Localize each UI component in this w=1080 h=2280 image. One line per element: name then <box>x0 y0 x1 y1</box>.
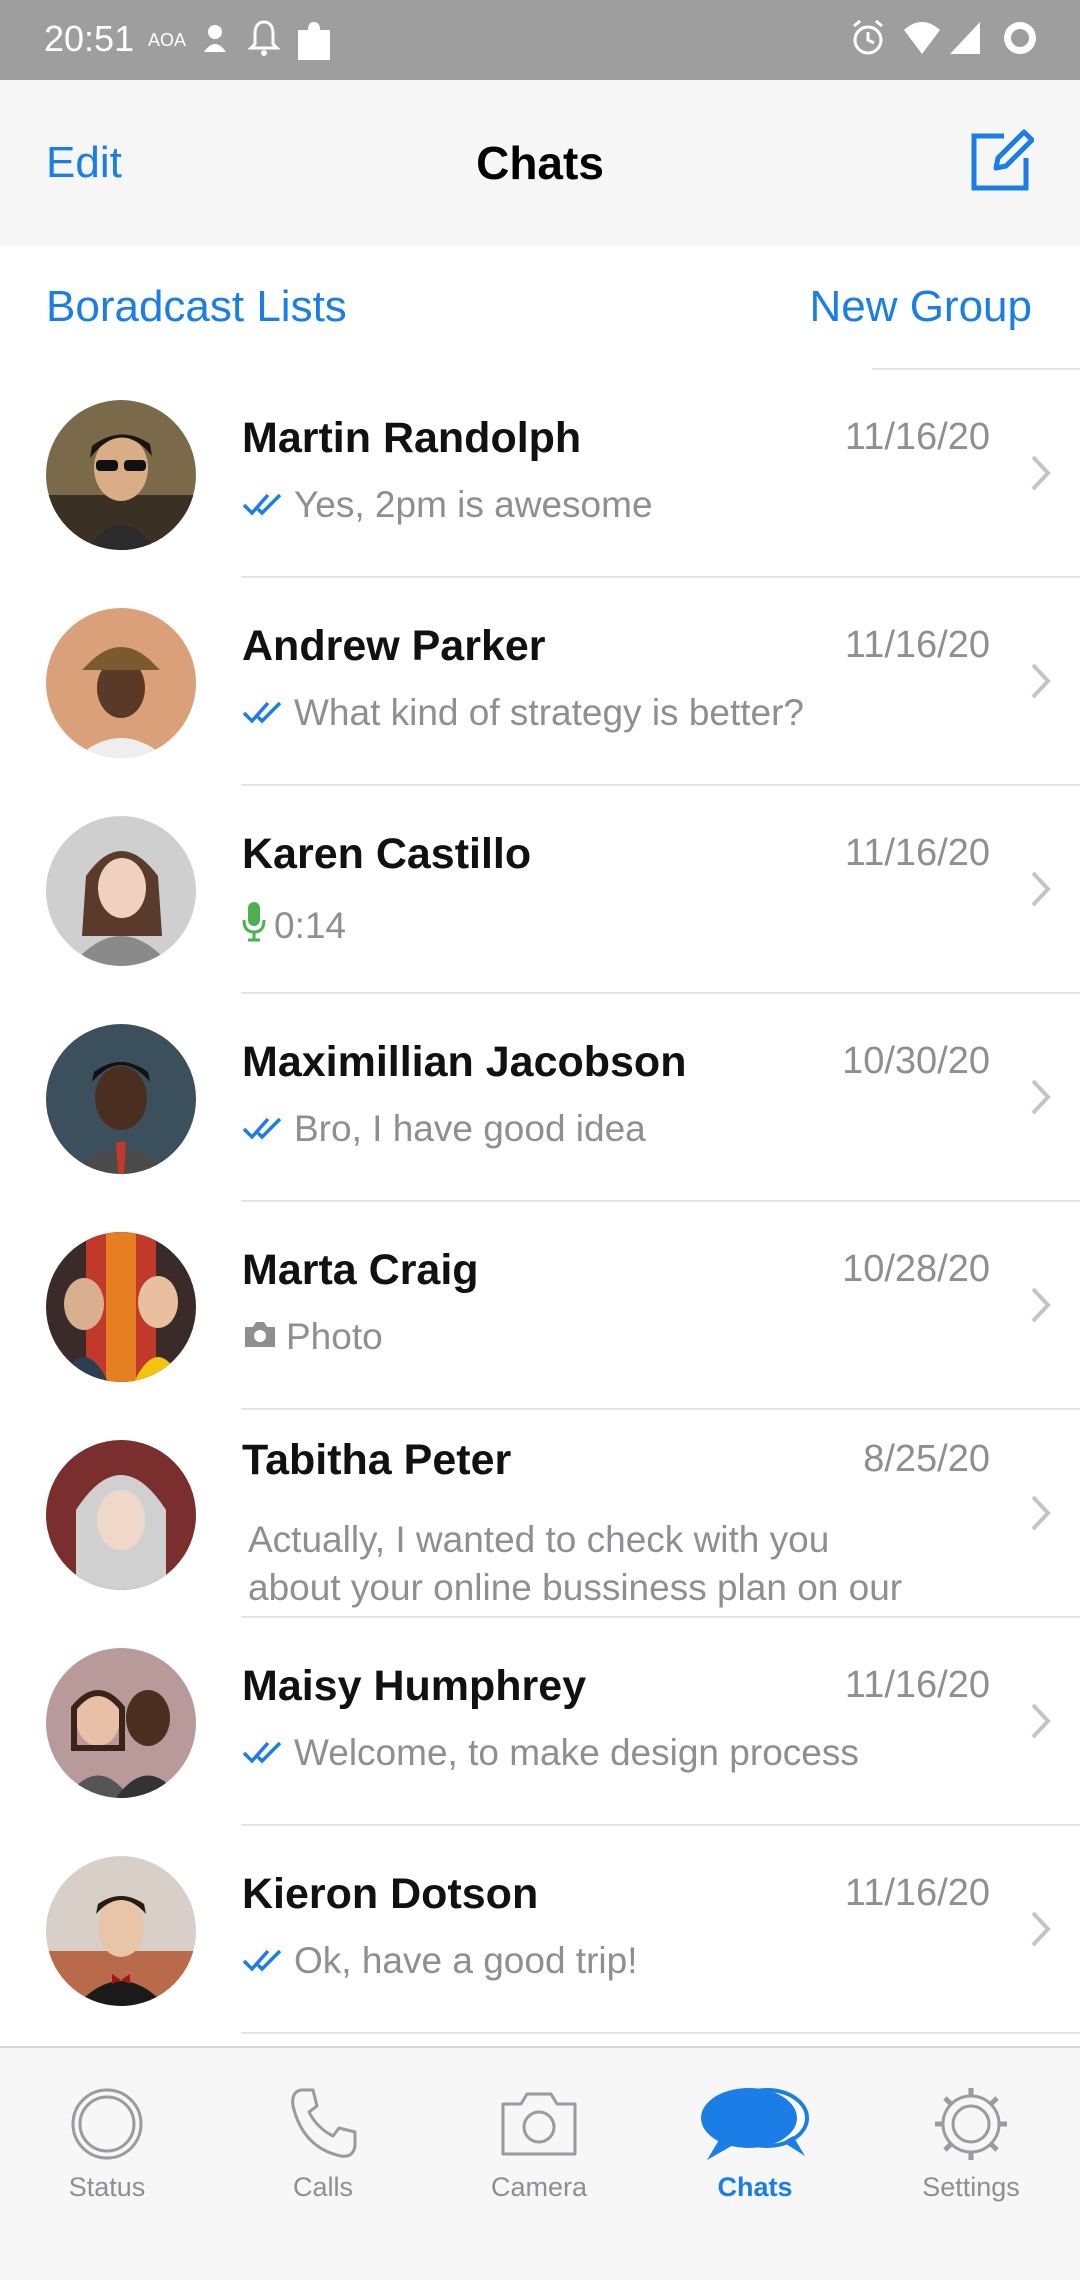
message-preview: What kind of strategy is better? <box>242 692 804 734</box>
gear-icon <box>935 2088 1007 2160</box>
chevron-right-icon <box>1028 452 1054 494</box>
chat-list: Martin Randolph 11/16/20 Yes, 2pm is awe… <box>0 370 1080 2034</box>
signal-icon <box>948 18 982 63</box>
puzzle-icon <box>294 18 334 67</box>
message-preview-text: Photo <box>286 1316 383 1357</box>
page-title: Chats <box>476 137 604 189</box>
avatar <box>46 1648 196 1798</box>
message-preview-line: Actually, I wanted to check with you <box>248 1519 830 1560</box>
contact-name: Marta Craig <box>242 1246 479 1294</box>
notification-app-icon <box>200 18 230 63</box>
chat-row[interactable]: Andrew Parker 11/16/20 What kind of stra… <box>0 578 1080 786</box>
new-group-link[interactable]: New Group <box>809 282 1032 332</box>
broadcast-lists-link[interactable]: Boradcast Lists <box>46 282 347 332</box>
double-check-icon <box>242 1940 286 1982</box>
chevron-right-icon <box>1028 1492 1054 1534</box>
tab-label: Settings <box>922 2172 1020 2202</box>
message-preview-text: Bro, I have good idea <box>294 1108 646 1149</box>
status-time: 20:51 <box>44 18 135 59</box>
chat-date: 8/25/20 <box>863 1438 990 1480</box>
chat-row[interactable]: Karen Castillo 11/16/20 0:14 <box>0 786 1080 994</box>
double-check-icon <box>242 692 286 734</box>
chat-date: 11/16/20 <box>844 624 990 666</box>
contact-name: Andrew Parker <box>242 622 546 670</box>
camera-icon <box>501 2092 577 2156</box>
message-preview-text: Ok, have a good trip! <box>294 1940 638 1981</box>
chat-date: 11/16/20 <box>844 832 990 874</box>
double-check-icon <box>242 1732 286 1774</box>
avatar <box>46 1856 196 2006</box>
contact-name: Tabitha Peter <box>242 1436 512 1484</box>
tab-label: Status <box>68 2172 146 2202</box>
message-preview-text: What kind of strategy is better? <box>294 692 805 733</box>
avatar <box>46 608 196 758</box>
tab-status[interactable]: Status <box>27 2084 187 2224</box>
contact-name: Martin Randolph <box>242 414 582 462</box>
tab-bar: Status Calls Camera Chats Settings <box>0 2046 1080 2280</box>
contact-name: Karen Castillo <box>242 830 532 878</box>
message-preview-text: 0:14 <box>274 904 347 946</box>
bell-icon <box>247 18 281 63</box>
message-preview: Ok, have a good trip! <box>242 1940 637 1982</box>
message-preview: Welcome, to make design process <box>242 1732 859 1774</box>
message-preview: Bro, I have good idea <box>242 1108 646 1150</box>
chat-row[interactable]: Maisy Humphrey 11/16/20 Welcome, to make… <box>0 1618 1080 1826</box>
chat-date: 11/16/20 <box>844 1872 990 1914</box>
divider <box>242 2032 1080 2034</box>
message-preview: Yes, 2pm is awesome <box>242 484 653 526</box>
nav-header: Edit Chats <box>0 80 1080 246</box>
tab-settings[interactable]: Settings <box>891 2084 1051 2224</box>
message-preview: 0:14 <box>242 900 346 951</box>
compose-button[interactable] <box>968 128 1035 194</box>
microphone-icon <box>242 900 266 951</box>
wifi-icon <box>902 18 942 63</box>
message-preview: Photo <box>242 1316 383 1358</box>
chat-row[interactable]: Martin Randolph 11/16/20 Yes, 2pm is awe… <box>0 370 1080 578</box>
chat-date: 10/30/20 <box>842 1040 990 1082</box>
chat-row[interactable]: Kieron Dotson 11/16/20 Ok, have a good t… <box>0 1826 1080 2034</box>
avatar <box>46 816 196 966</box>
tab-label: Camera <box>490 2172 588 2202</box>
compose-icon <box>971 129 1035 191</box>
chat-row[interactable]: Maximillian Jacobson 10/30/20 Bro, I hav… <box>0 994 1080 1202</box>
alarm-icon <box>850 18 886 63</box>
status-carrier: AOA <box>148 30 187 50</box>
status-bar: 20:51 AOA <box>0 0 1080 80</box>
chevron-right-icon <box>1028 1908 1054 1950</box>
message-preview-text: Welcome, to make design process <box>294 1732 859 1773</box>
tab-chats[interactable]: Chats <box>675 2084 835 2224</box>
chevron-right-icon <box>1028 1700 1054 1742</box>
chevron-right-icon <box>1028 1284 1054 1326</box>
contact-name: Maximillian Jacobson <box>242 1038 687 1086</box>
chat-bubbles-icon <box>701 2088 809 2160</box>
message-preview: Actually, I wanted to check with you abo… <box>248 1516 948 1612</box>
message-preview-line: about your online bussiness plan on our <box>248 1567 903 1608</box>
tab-label: Calls <box>292 2172 353 2202</box>
tab-camera[interactable]: Camera <box>459 2084 619 2224</box>
contact-name: Maisy Humphrey <box>242 1662 587 1710</box>
avatar <box>46 1440 196 1590</box>
chevron-right-icon <box>1028 1076 1054 1118</box>
chat-row[interactable]: Tabitha Peter 8/25/20 Actually, I wanted… <box>0 1410 1080 1618</box>
contact-name: Kieron Dotson <box>242 1870 539 1918</box>
phone-icon <box>291 2088 357 2158</box>
tab-calls[interactable]: Calls <box>243 2084 403 2224</box>
chat-date: 11/16/20 <box>844 1664 990 1706</box>
camera-icon <box>242 1316 278 1358</box>
tab-label: Chats <box>717 2172 793 2202</box>
status-icon <box>71 2088 143 2160</box>
chevron-right-icon <box>1028 868 1054 910</box>
chat-date: 10/28/20 <box>842 1248 990 1290</box>
avatar <box>46 400 196 550</box>
links-row: Boradcast Lists New Group <box>0 246 1080 370</box>
avatar <box>46 1232 196 1382</box>
chat-row[interactable]: Marta Craig 10/28/20 Photo <box>0 1202 1080 1410</box>
double-check-icon <box>242 1108 286 1150</box>
message-preview-text: Yes, 2pm is awesome <box>294 484 653 525</box>
avatar <box>46 1024 196 1174</box>
double-check-icon <box>242 484 286 526</box>
chat-date: 11/16/20 <box>844 416 990 458</box>
battery-saver-icon <box>1000 18 1040 63</box>
chevron-right-icon <box>1028 660 1054 702</box>
